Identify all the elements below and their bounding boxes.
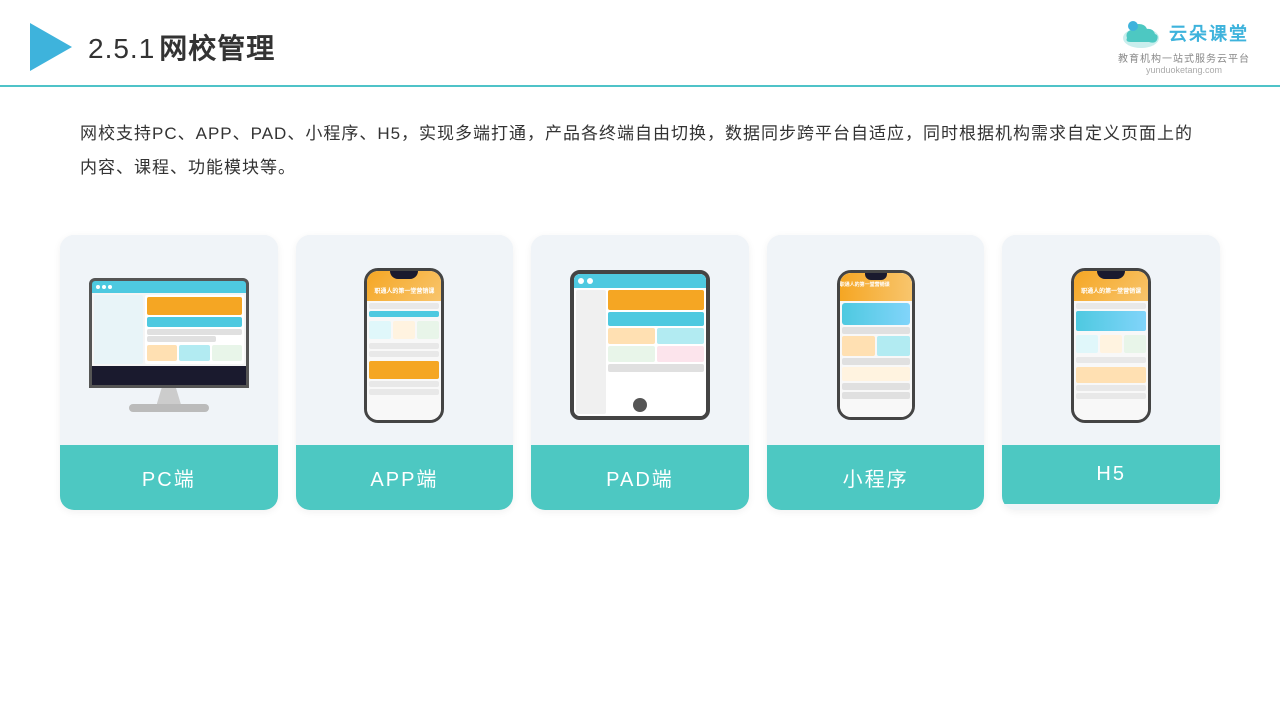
pc-dot-1 — [96, 285, 100, 289]
h5-label: H5 — [1002, 445, 1220, 504]
phone-notch — [390, 271, 418, 279]
header-left: 2.5.1网校管理 — [30, 23, 275, 71]
page-title: 2.5.1网校管理 — [88, 27, 275, 67]
pc-base — [129, 404, 209, 412]
cloud-icon — [1119, 18, 1163, 48]
pad-image-area — [531, 235, 749, 445]
app-card: 职通人的第一堂营销课 — [296, 235, 514, 510]
pc-card: PC端 — [60, 235, 278, 510]
pc-mockup — [89, 278, 249, 412]
h5-card: 职通人的第一堂营销课 — [1002, 235, 1220, 510]
pc-image-area — [60, 235, 278, 445]
logo-text: 云朵课堂 — [1169, 20, 1249, 46]
phone-mockup-app: 职通人的第一堂营销课 — [364, 268, 444, 423]
phone-mockup-h5: 职通人的第一堂营销课 — [1071, 268, 1151, 423]
pc-main — [145, 295, 244, 364]
pad-label: PAD端 — [531, 445, 749, 510]
tablet-sidebar — [576, 290, 606, 414]
pc-stand — [157, 388, 181, 404]
pad-card: PAD端 — [531, 235, 749, 510]
description-text: 网校支持PC、APP、PAD、小程序、H5，实现多端打通，产品各终端自由切换，数… — [0, 87, 1280, 195]
tablet-mockup — [570, 270, 710, 420]
logo-cloud: 云朵课堂 — [1119, 18, 1249, 48]
mini-label: 小程序 — [767, 445, 985, 510]
tablet-home-button — [633, 398, 647, 412]
logo-subtitle: 教育机构一站式服务云平台 — [1118, 50, 1250, 65]
pc-dot-2 — [102, 285, 106, 289]
h5-phone-notch — [1097, 271, 1125, 279]
section-number: 2.5.1 — [88, 33, 155, 64]
pc-label: PC端 — [60, 445, 278, 510]
logo-area: 云朵课堂 教育机构一站式服务云平台 yunduoketang.com — [1118, 18, 1250, 75]
app-label: APP端 — [296, 445, 514, 510]
pc-sidebar — [94, 295, 143, 364]
page-header: 2.5.1网校管理 云朵课堂 教育机构一站式服务云平台 yunduoketang… — [0, 0, 1280, 87]
pc-dot-3 — [108, 285, 112, 289]
mini-card: 职通人的第一堂营销课 — [767, 235, 985, 510]
cards-container: PC端 职通人的第一堂营销课 — [0, 205, 1280, 510]
h5-image-area: 职通人的第一堂营销课 — [1002, 235, 1220, 445]
mini-phone-mockup: 职通人的第一堂营销课 — [837, 270, 915, 420]
mini-image-area: 职通人的第一堂营销课 — [767, 235, 985, 445]
play-icon — [30, 23, 72, 71]
app-image-area: 职通人的第一堂营销课 — [296, 235, 514, 445]
pc-screen — [89, 278, 249, 388]
logo-url: yunduoketang.com — [1146, 65, 1222, 75]
